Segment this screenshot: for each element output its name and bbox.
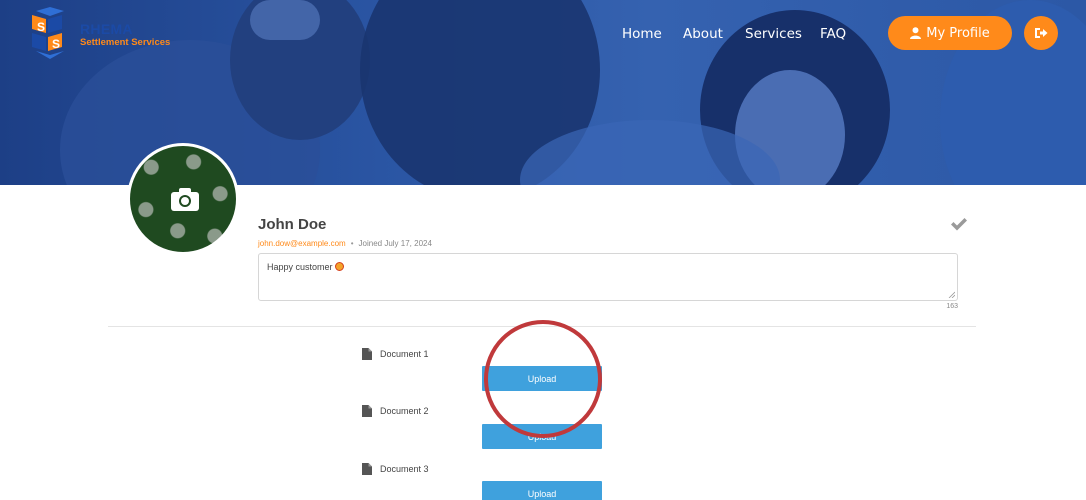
my-profile-label: My Profile: [926, 25, 990, 41]
brand-logo[interactable]: S S RHEMA Settlement Services: [26, 7, 186, 61]
camera-icon: [171, 188, 199, 211]
bio-textarea[interactable]: Happy customer: [258, 253, 958, 301]
profile-name: John Doe: [258, 216, 327, 233]
file-icon: [362, 463, 372, 475]
resize-grip-icon[interactable]: [948, 291, 955, 298]
file-icon: [362, 348, 372, 360]
document-3-item: Document 3: [362, 462, 429, 476]
svg-text:S: S: [52, 37, 60, 51]
brand-subtitle: Settlement Services: [80, 37, 171, 48]
document-2-item: Document 2: [362, 404, 429, 418]
document-1-label: Document 1: [380, 349, 429, 359]
profile-email[interactable]: john.dow@example.com: [258, 239, 346, 248]
document-3-label: Document 3: [380, 464, 429, 474]
joined-date: Joined July 17, 2024: [358, 239, 432, 248]
emoji-icon: [334, 262, 344, 271]
logout-button[interactable]: [1024, 16, 1058, 50]
logo-mark-icon: S S: [32, 7, 64, 59]
save-check-icon[interactable]: [950, 216, 968, 232]
svg-text:S: S: [37, 20, 45, 34]
nav-about[interactable]: About: [683, 26, 723, 42]
upload-document-1-button[interactable]: Upload: [482, 366, 602, 391]
logout-icon: [1035, 28, 1048, 38]
nav-home[interactable]: Home: [622, 26, 662, 42]
upload-document-3-button[interactable]: Upload: [482, 481, 602, 500]
file-icon: [362, 405, 372, 417]
nav-faq[interactable]: FAQ: [820, 26, 846, 42]
profile-avatar[interactable]: [127, 143, 239, 255]
document-1-item: Document 1: [362, 347, 429, 361]
upload-document-2-button[interactable]: Upload: [482, 424, 602, 449]
meta-separator: •: [350, 239, 354, 248]
brand-title: RHEMA: [80, 21, 133, 37]
document-2-label: Document 2: [380, 406, 429, 416]
char-count: 163: [946, 303, 958, 310]
user-icon: [910, 27, 922, 39]
profile-meta: john.dow@example.com • Joined July 17, 202…: [258, 239, 432, 248]
my-profile-button[interactable]: My Profile: [888, 16, 1012, 50]
section-divider: [108, 326, 976, 327]
nav-services[interactable]: Services: [745, 26, 802, 42]
bio-text: Happy customer: [267, 262, 333, 272]
